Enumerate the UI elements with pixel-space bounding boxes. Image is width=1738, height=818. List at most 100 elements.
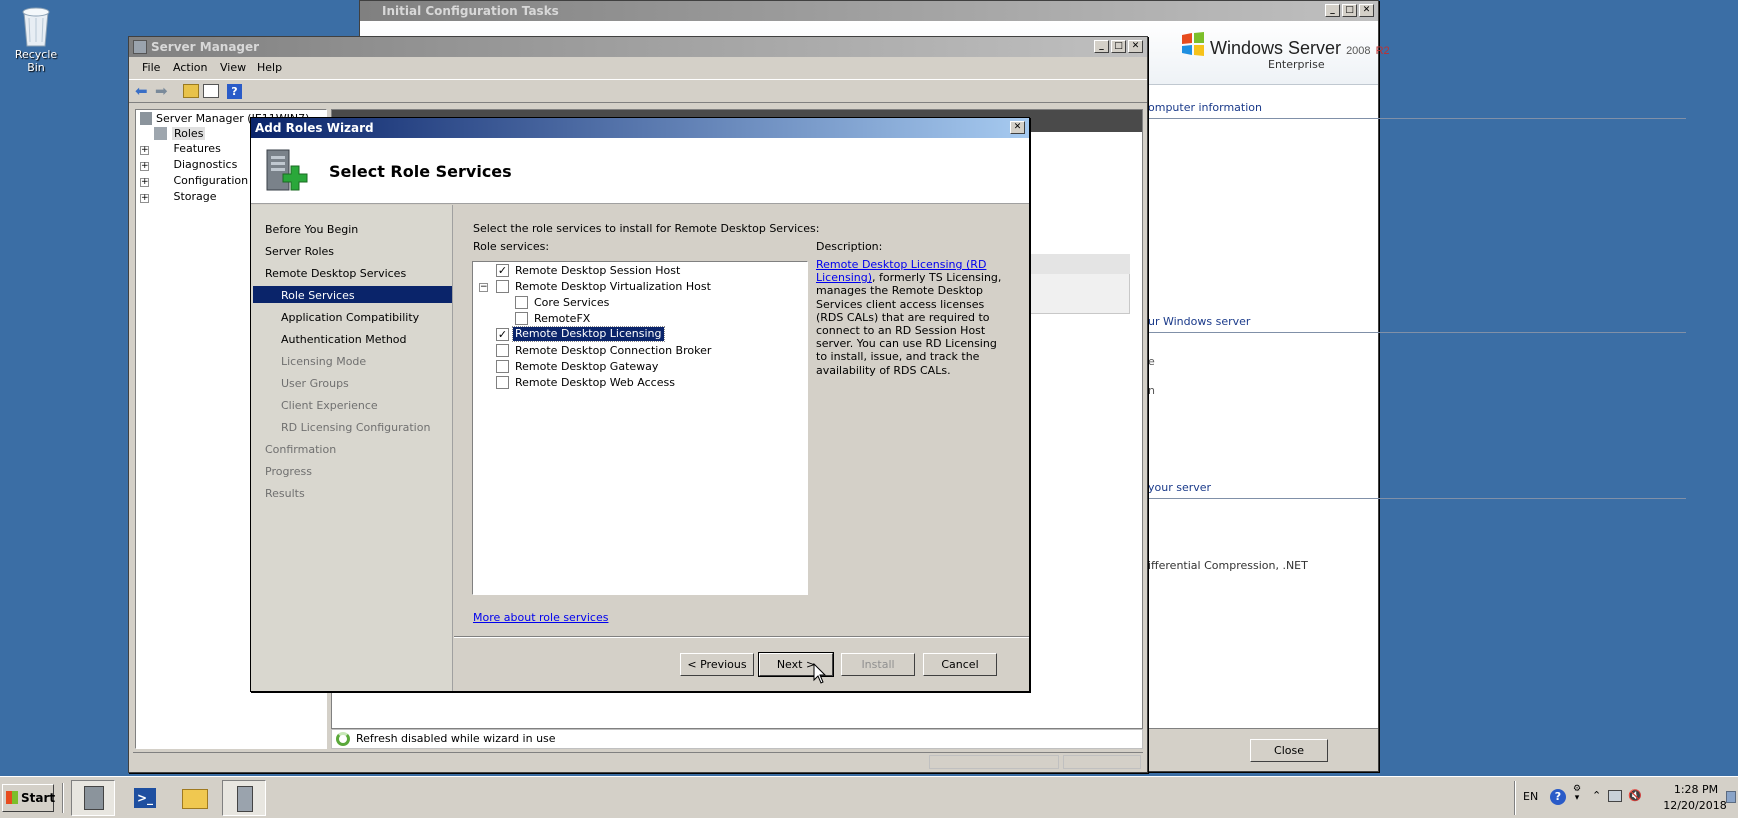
- nav-user-groups: User Groups: [281, 377, 349, 390]
- checkbox-rd-virtualization-host[interactable]: [496, 280, 509, 293]
- checkbox-core-services[interactable]: [515, 296, 528, 309]
- tree-item-roles[interactable]: Roles: [154, 127, 206, 141]
- status-text: Refresh disabled while wizard in use: [356, 732, 556, 745]
- windows-logo-icon: [6, 791, 18, 804]
- role-core-services[interactable]: Core Services: [534, 296, 609, 310]
- refresh-icon: [336, 732, 350, 746]
- role-rd-web-access[interactable]: Remote Desktop Web Access: [515, 376, 675, 390]
- main-summary-header: [1022, 254, 1130, 274]
- expand-icon[interactable]: +: [140, 162, 149, 171]
- show-hidden-icons[interactable]: ⌃: [1592, 789, 1601, 802]
- minimize-button[interactable]: _: [1094, 40, 1109, 53]
- maximize-button[interactable]: □: [1111, 40, 1126, 53]
- taskbar-server-manager[interactable]: [71, 780, 115, 816]
- server-manager-icon: [84, 786, 104, 810]
- collapse-icon[interactable]: −: [479, 283, 488, 292]
- checkbox-rd-licensing[interactable]: ✓: [496, 328, 509, 341]
- nav-server-roles[interactable]: Server Roles: [265, 244, 334, 259]
- options-icon[interactable]: ⚙ ▾: [1572, 785, 1582, 809]
- nav-authentication-method[interactable]: Authentication Method: [281, 332, 407, 347]
- wizard-close-button[interactable]: ✕: [1010, 121, 1025, 134]
- nav-progress: Progress: [265, 465, 312, 478]
- bottom-status-bar: [133, 752, 1143, 770]
- taskbar-initial-config[interactable]: [222, 780, 266, 816]
- up-folder-icon[interactable]: [183, 84, 199, 98]
- initial-configuration-titlebar: Initial Configuration Tasks: [360, 1, 1378, 21]
- checkbox-rd-gateway[interactable]: [496, 360, 509, 373]
- role-remotefx[interactable]: RemoteFX: [534, 312, 590, 326]
- forward-arrow-icon[interactable]: ➡: [155, 83, 171, 99]
- description-text: , formerly TS Licensing, manages the Rem…: [816, 271, 1002, 377]
- role-rd-gateway[interactable]: Remote Desktop Gateway: [515, 360, 658, 374]
- recycle-bin[interactable]: Recycle Bin: [8, 4, 64, 74]
- back-arrow-icon[interactable]: ⬅: [135, 83, 151, 99]
- more-about-role-services-link[interactable]: More about role services: [473, 611, 608, 624]
- mouse-cursor-icon: [813, 663, 827, 684]
- nav-before-you-begin[interactable]: Before You Begin: [265, 222, 358, 237]
- role-rd-licensing[interactable]: Remote Desktop Licensing: [512, 326, 665, 342]
- role-services-list: ✓ Remote Desktop Session Host − Remote D…: [472, 261, 808, 595]
- brand-version: 2008: [1346, 45, 1371, 57]
- checkbox-rd-session-host[interactable]: ✓: [496, 264, 509, 277]
- role-rd-connection-broker[interactable]: Remote Desktop Connection Broker: [515, 344, 711, 358]
- add-roles-wizard: Add Roles Wizard ✕ Select Role Services …: [250, 117, 1030, 692]
- checkbox-rd-web-access[interactable]: [496, 376, 509, 389]
- nav-role-services[interactable]: Role Services: [281, 288, 355, 303]
- clock-date[interactable]: 12/20/2018: [1660, 799, 1730, 812]
- tree-item-diagnostics[interactable]: + Diagnostics: [140, 158, 237, 172]
- clock-time[interactable]: 1:28 PM: [1670, 783, 1722, 796]
- wizard-heading: Select Role Services: [329, 162, 512, 181]
- expand-icon[interactable]: +: [140, 194, 149, 203]
- volume-muted-icon[interactable]: 🔇: [1628, 789, 1644, 803]
- menu-action[interactable]: Action: [173, 59, 207, 77]
- role-services-label: Role services:: [473, 240, 550, 253]
- checkbox-remotefx[interactable]: [515, 312, 528, 325]
- role-rd-session-host[interactable]: Remote Desktop Session Host: [515, 264, 680, 278]
- expand-icon[interactable]: +: [140, 178, 149, 187]
- taskbar-explorer[interactable]: [172, 780, 216, 816]
- brand-edition: Enterprise: [1268, 58, 1325, 71]
- nav-confirmation: Confirmation: [265, 443, 337, 456]
- section-divider: [1148, 332, 1686, 333]
- previous-button[interactable]: < Previous: [680, 653, 754, 676]
- menu-help[interactable]: Help: [257, 59, 282, 77]
- cancel-button[interactable]: Cancel: [923, 653, 997, 676]
- network-icon[interactable]: [1608, 790, 1622, 802]
- menu-bar: File Action View Help: [129, 59, 1147, 77]
- close-window-button[interactable]: ✕: [1128, 40, 1143, 53]
- role-rd-virtualization-host[interactable]: Remote Desktop Virtualization Host: [515, 280, 711, 294]
- show-hide-tree-icon[interactable]: [203, 84, 219, 98]
- show-desktop-button[interactable]: [1726, 791, 1736, 803]
- close-window-button[interactable]: ✕: [1359, 4, 1374, 17]
- nav-application-compatibility[interactable]: Application Compatibility: [281, 310, 419, 325]
- tree-item-configuration[interactable]: + Configuration: [140, 174, 248, 188]
- section-divider: [1148, 118, 1686, 119]
- wizard-title: Add Roles Wizard: [255, 121, 374, 135]
- language-indicator[interactable]: EN: [1523, 790, 1538, 803]
- start-button[interactable]: Start: [2, 784, 55, 812]
- help-icon[interactable]: ?: [1550, 789, 1566, 805]
- nav-remote-desktop-services[interactable]: Remote Desktop Services: [265, 266, 406, 281]
- windows-logo-icon: [1180, 31, 1206, 57]
- truncated-text: n: [1148, 384, 1155, 397]
- add-server-role-icon: [263, 146, 309, 196]
- taskbar-powershell[interactable]: >_: [122, 780, 166, 816]
- menu-file[interactable]: File: [142, 59, 160, 77]
- maximize-button[interactable]: □: [1342, 4, 1357, 17]
- truncated-text: e: [1148, 355, 1155, 368]
- expand-icon[interactable]: +: [140, 146, 149, 155]
- nav-rd-licensing-configuration: RD Licensing Configuration: [281, 421, 431, 434]
- tree-item-storage[interactable]: + Storage: [140, 190, 217, 204]
- instruction-text: Select the role services to install for …: [473, 222, 820, 235]
- folder-icon: [182, 789, 208, 809]
- menu-view[interactable]: View: [220, 59, 246, 77]
- close-button[interactable]: Close: [1250, 739, 1328, 762]
- help-icon[interactable]: ?: [227, 84, 242, 99]
- nav-results: Results: [265, 487, 305, 500]
- tree-item-features[interactable]: + Features: [140, 142, 221, 156]
- powershell-icon: >_: [134, 788, 156, 808]
- checkbox-rd-connection-broker[interactable]: [496, 344, 509, 357]
- minimize-button[interactable]: _: [1325, 4, 1340, 17]
- nav-licensing-mode: Licensing Mode: [281, 355, 367, 368]
- server-manager-icon: [133, 40, 147, 54]
